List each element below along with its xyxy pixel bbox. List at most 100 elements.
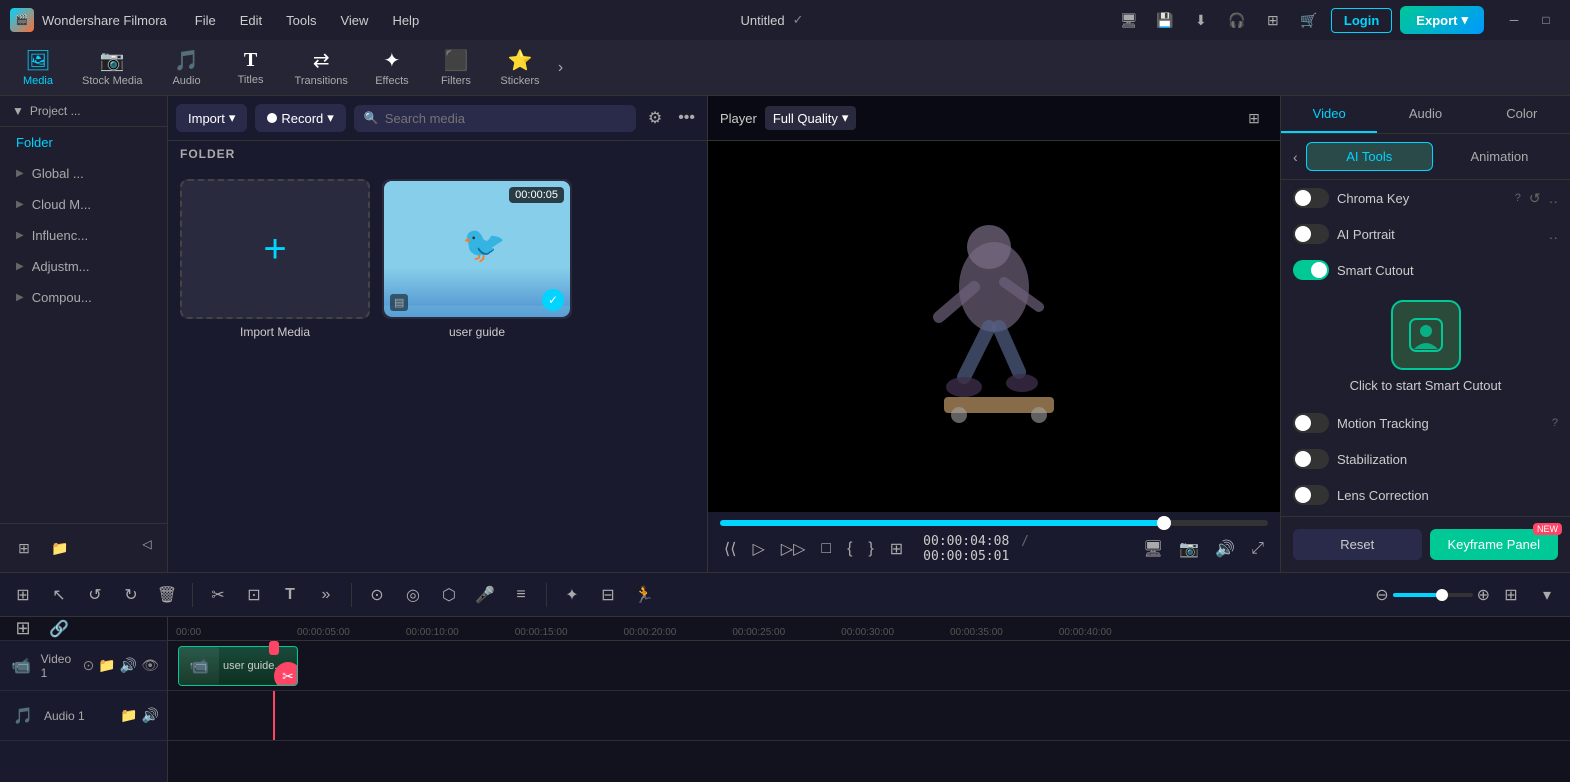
- help-icon[interactable]: ?: [1515, 192, 1521, 204]
- video-media-card[interactable]: 🐦 00:00:05 ▤ ✓ user guide: [382, 179, 572, 339]
- menu-view[interactable]: View: [330, 9, 378, 32]
- sidebar-item-global[interactable]: ▶ Global ...: [0, 158, 167, 189]
- zoom-out-icon[interactable]: ⊖: [1375, 585, 1388, 605]
- collapse-panel-button[interactable]: ◁: [135, 532, 159, 556]
- pip-button[interactable]: ⊟: [593, 580, 623, 610]
- sidebar-item-cloud[interactable]: ▶ Cloud M...: [0, 189, 167, 220]
- menu-edit[interactable]: Edit: [230, 9, 272, 32]
- tool-filters[interactable]: ⬛ Filters: [426, 44, 486, 91]
- export-button[interactable]: Export ▾: [1400, 6, 1484, 34]
- filter-button[interactable]: ⚙: [644, 104, 666, 132]
- select-tool-button[interactable]: ↖: [44, 580, 74, 610]
- toolbar-expand-button[interactable]: ›: [554, 55, 567, 81]
- more-dots-icon[interactable]: ‥: [1549, 226, 1558, 243]
- tool-media[interactable]: 🖼 Media: [8, 44, 68, 91]
- sidebar-item-compound[interactable]: ▶ Compou...: [0, 282, 167, 313]
- help-icon[interactable]: ?: [1552, 417, 1558, 429]
- video-track-volume-icon[interactable]: 🔊: [120, 657, 137, 674]
- mark-in-button[interactable]: {: [843, 536, 856, 562]
- menu-file[interactable]: File: [185, 9, 226, 32]
- stop-button[interactable]: □: [817, 536, 835, 562]
- cut-button[interactable]: ✂: [203, 580, 233, 610]
- mark-out-button[interactable]: }: [864, 536, 877, 562]
- tab-ai-tools[interactable]: AI Tools: [1306, 142, 1433, 171]
- slide-button[interactable]: ◎: [398, 580, 428, 610]
- stabilization-toggle[interactable]: [1293, 449, 1329, 469]
- layout-grid-button[interactable]: ⊞: [1496, 580, 1526, 610]
- video-track-folder-icon[interactable]: 📁: [98, 657, 115, 674]
- grid-layout-icon[interactable]: ⊞: [1259, 6, 1287, 34]
- ai-portrait-toggle[interactable]: [1293, 224, 1329, 244]
- play-button[interactable]: ▷▷: [777, 535, 810, 563]
- tool-stock-media[interactable]: 📷 Stock Media: [72, 44, 153, 91]
- more-tools-button[interactable]: »: [311, 580, 341, 610]
- save-icon[interactable]: 💾: [1151, 6, 1179, 34]
- maximize-button[interactable]: □: [1532, 6, 1560, 34]
- monitor-icon[interactable]: 🖥: [1115, 6, 1143, 34]
- smart-cutout-button[interactable]: [1391, 300, 1461, 370]
- tool-audio[interactable]: 🎵 Audio: [157, 44, 217, 91]
- timeline-more-button[interactable]: ▾: [1532, 580, 1562, 610]
- back-button[interactable]: ‹: [1289, 145, 1302, 169]
- monitor-button[interactable]: 🖥: [1139, 535, 1167, 563]
- link-button[interactable]: 🔗: [44, 617, 74, 644]
- motion-button[interactable]: 🏃: [629, 580, 659, 610]
- add-folder-button[interactable]: ⊞: [8, 532, 40, 564]
- clip-button[interactable]: ⬡: [434, 580, 464, 610]
- download-icon[interactable]: ⬇: [1187, 6, 1215, 34]
- fit-button[interactable]: ⤢: [1247, 536, 1268, 562]
- menu-tools[interactable]: Tools: [276, 9, 326, 32]
- step-back-button[interactable]: ▷: [748, 535, 768, 563]
- user-guide-clip[interactable]: 🐦 00:00:05 ▤ ✓: [382, 179, 572, 319]
- chroma-key-toggle[interactable]: [1293, 188, 1329, 208]
- fullscreen-icon[interactable]: ⊞: [1240, 104, 1268, 132]
- import-media-card[interactable]: + Import Media: [180, 179, 370, 339]
- tab-animation[interactable]: Animation: [1437, 143, 1562, 170]
- tool-titles[interactable]: T Titles: [221, 45, 281, 90]
- sidebar-item-influencer[interactable]: ▶ Influenc...: [0, 220, 167, 251]
- video-track-eye-icon[interactable]: 👁: [141, 657, 159, 674]
- audio-track-volume-icon[interactable]: 🔊: [142, 707, 159, 724]
- rewind-button[interactable]: ⟨⟨: [720, 535, 740, 563]
- zoom-in-icon[interactable]: ⊕: [1477, 585, 1490, 605]
- grid-view-button[interactable]: ⊞: [8, 580, 38, 610]
- video-clip[interactable]: 📹 user guide... ✂: [178, 646, 298, 686]
- motion-tracking-toggle[interactable]: [1293, 413, 1329, 433]
- insert-button[interactable]: ⊞: [886, 535, 907, 563]
- add-track-button[interactable]: ⊞: [8, 617, 38, 644]
- lens-correction-toggle[interactable]: [1293, 485, 1329, 505]
- menu-help[interactable]: Help: [382, 9, 429, 32]
- cart-icon[interactable]: 🛒: [1295, 6, 1323, 34]
- sidebar-item-folder[interactable]: Folder: [0, 127, 167, 158]
- quality-selector[interactable]: Full Quality ▾: [765, 106, 857, 130]
- more-dots-icon[interactable]: ‥: [1549, 190, 1558, 207]
- zoom-slider[interactable]: [1393, 593, 1473, 597]
- crop-button[interactable]: ⊡: [239, 580, 269, 610]
- sidebar-item-adjustment[interactable]: ▶ Adjustm...: [0, 251, 167, 282]
- minimize-button[interactable]: ─: [1500, 6, 1528, 34]
- tool-transitions[interactable]: ⇄ Transitions: [285, 44, 358, 91]
- tool-effects[interactable]: ✦ Effects: [362, 44, 422, 91]
- redo-button[interactable]: ↻: [116, 580, 146, 610]
- scissors-icon[interactable]: ✂: [274, 662, 298, 686]
- import-button[interactable]: Import ▾: [176, 104, 247, 132]
- reset-button[interactable]: Reset: [1293, 529, 1422, 560]
- smart-cutout-toggle[interactable]: [1293, 260, 1329, 280]
- undo-button[interactable]: ↺: [80, 580, 110, 610]
- tab-color[interactable]: Color: [1474, 96, 1570, 133]
- text-button[interactable]: T: [275, 580, 305, 610]
- ripple-edit-button[interactable]: ⊙: [362, 580, 392, 610]
- tool-stickers[interactable]: ⭐ Stickers: [490, 44, 550, 91]
- audio-track-folder-icon[interactable]: 📁: [120, 707, 137, 724]
- volume-button[interactable]: 🔊: [1211, 535, 1239, 563]
- delete-button[interactable]: 🗑: [152, 580, 182, 610]
- reset-icon[interactable]: ↺: [1529, 190, 1541, 207]
- tab-audio[interactable]: Audio: [1377, 96, 1473, 133]
- sequence-button[interactable]: ≡: [506, 580, 536, 610]
- search-input[interactable]: [385, 111, 626, 126]
- mic-button[interactable]: 🎤: [470, 580, 500, 610]
- more-options-button[interactable]: •••: [674, 105, 699, 131]
- tab-video[interactable]: Video: [1281, 96, 1377, 133]
- folder-button[interactable]: 📁: [44, 532, 76, 564]
- add-media-button[interactable]: +: [180, 179, 370, 319]
